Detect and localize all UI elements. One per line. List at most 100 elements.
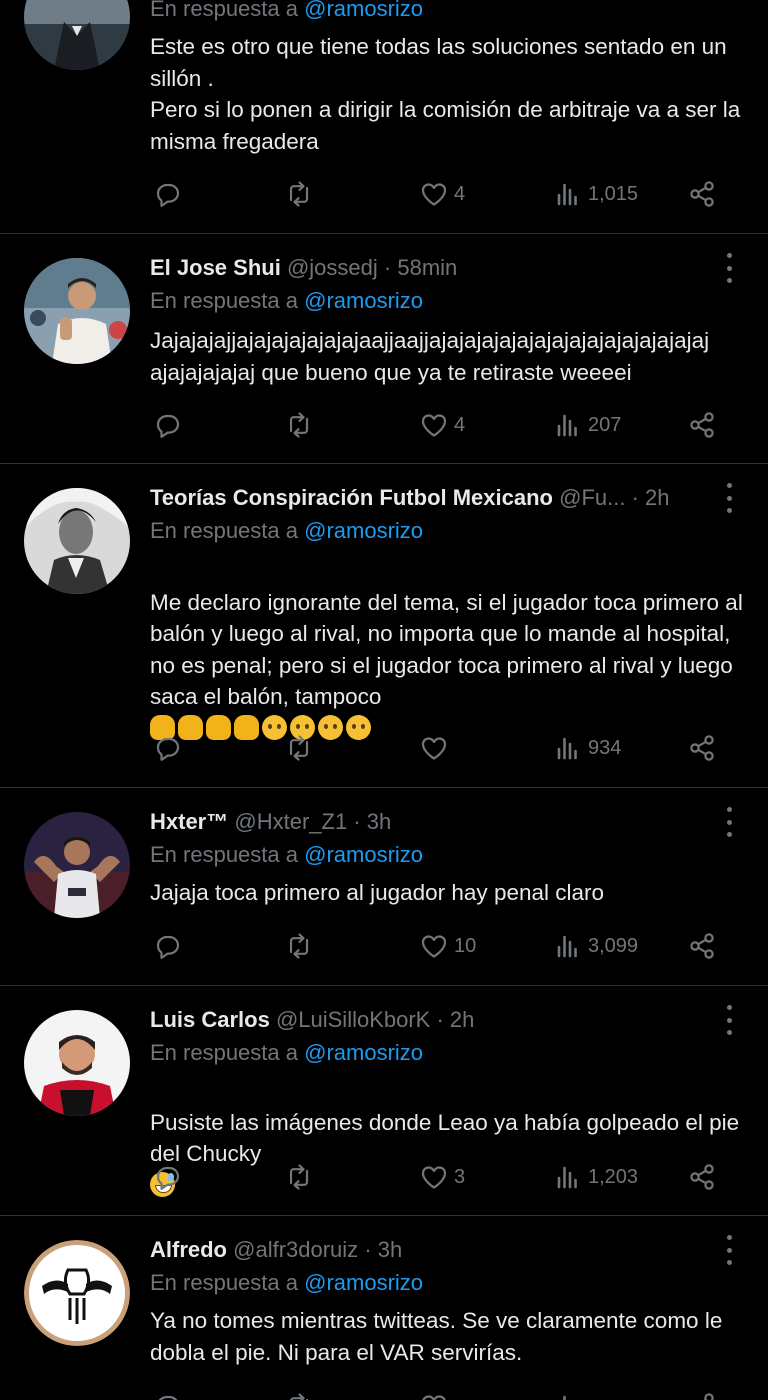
avatar[interactable] <box>24 488 130 594</box>
like-button[interactable]: 4 <box>418 174 465 214</box>
reply-icon <box>156 737 180 761</box>
reply-icon <box>156 414 180 438</box>
more-icon[interactable] <box>720 1235 738 1265</box>
mention-link[interactable]: @ramosrizo <box>304 842 423 867</box>
more-icon[interactable] <box>720 253 738 283</box>
avatar[interactable] <box>24 1010 130 1116</box>
views-button[interactable] <box>552 1386 584 1400</box>
views-button[interactable]: 934 <box>552 728 621 768</box>
avatar[interactable] <box>24 0 130 70</box>
reply-context: En respuesta a @ramosrizo <box>150 288 424 313</box>
tweet-header: Hxter™ @Hxter_Z1 · 3h <box>150 805 708 839</box>
tweet-text-content: Me declaro ignorante del tema, si el jug… <box>150 589 743 710</box>
share-icon <box>690 181 714 207</box>
tweet-actions: 4 207 <box>0 405 768 445</box>
timestamp[interactable]: · 3h <box>364 1237 402 1262</box>
views-button[interactable]: 1,203 <box>552 1157 638 1197</box>
timestamp[interactable]: · 58min <box>384 255 457 280</box>
display-name[interactable]: El Jose Shui <box>150 255 281 280</box>
more-icon[interactable] <box>720 1005 738 1035</box>
tweet-card[interactable]: Hxter™ @Hxter_Z1 · 3h En respuesta a @ra… <box>0 788 768 984</box>
like-button[interactable] <box>418 728 454 768</box>
user-handle[interactable]: @Hxter_Z1 <box>234 809 347 834</box>
retweet-button[interactable] <box>283 405 315 445</box>
like-button[interactable]: 10 <box>418 926 476 966</box>
reply-button[interactable] <box>152 728 184 768</box>
share-button[interactable] <box>686 405 718 445</box>
reply-button[interactable] <box>152 174 184 214</box>
reply-button[interactable] <box>152 926 184 966</box>
views-icon <box>557 1395 577 1400</box>
share-button[interactable] <box>686 926 718 966</box>
display-name[interactable]: Luis Carlos <box>150 1007 270 1032</box>
display-name[interactable]: Hxter™ <box>150 809 228 834</box>
user-handle[interactable]: @jossedj <box>287 255 378 280</box>
retweet-icon <box>289 1164 309 1190</box>
share-icon <box>690 1393 714 1400</box>
like-button[interactable]: 4 <box>418 405 465 445</box>
views-icon <box>557 414 577 437</box>
like-button[interactable]: 3 <box>418 1157 465 1197</box>
tweet-text: Este es otro que tiene todas las solucio… <box>150 34 741 154</box>
heart-icon <box>421 1395 447 1400</box>
tweet-actions: 4 1,015 <box>0 174 768 214</box>
views-button[interactable]: 3,099 <box>552 926 638 966</box>
avatar[interactable] <box>24 812 130 918</box>
retweet-button[interactable] <box>283 1386 315 1400</box>
mention-link[interactable]: @ramosrizo <box>304 0 423 21</box>
tweet-text: Jajajajajjajajajajajajajaajjaajjajajajaj… <box>150 328 710 385</box>
reply-button[interactable] <box>152 1157 184 1197</box>
tweet-card[interactable]: En respuesta a @ramosrizo Este es otro q… <box>0 0 768 232</box>
retweet-icon <box>289 735 309 761</box>
view-count: 1,015 <box>588 182 639 205</box>
timestamp[interactable]: · 2h <box>632 485 670 510</box>
avatar[interactable] <box>24 258 130 364</box>
retweet-icon <box>289 1393 309 1400</box>
tweet-card[interactable]: Teorías Conspiración Futbol Mexicano @Fu… <box>0 464 768 786</box>
share-button[interactable] <box>686 1386 718 1400</box>
views-button[interactable]: 207 <box>552 405 621 445</box>
tweet-card[interactable]: El Jose Shui @jossedj · 58min En respues… <box>0 234 768 462</box>
reply-context: En respuesta a @ramosrizo <box>150 1270 424 1295</box>
tweet-card[interactable]: Luis Carlos @LuiSilloKborK · 2h En respu… <box>0 986 768 1214</box>
user-handle[interactable]: @LuiSilloKborK <box>276 1007 430 1032</box>
tweet-header: Luis Carlos @LuiSilloKborK · 2h <box>150 1003 708 1037</box>
retweet-button[interactable] <box>283 174 315 214</box>
user-handle[interactable]: @alfr3doruiz <box>233 1237 358 1262</box>
like-button[interactable] <box>418 1386 450 1400</box>
retweet-button[interactable] <box>283 728 315 768</box>
views-button[interactable]: 1,015 <box>552 174 638 214</box>
more-icon[interactable] <box>720 483 738 513</box>
retweet-button[interactable] <box>283 926 315 966</box>
retweet-button[interactable] <box>283 1157 315 1197</box>
tweet-text: Jajaja toca primero al jugador hay penal… <box>150 880 605 905</box>
tweet-card[interactable]: Alfredo @alfr3doruiz · 3h En respuesta a… <box>0 1216 768 1400</box>
mention-link[interactable]: @ramosrizo <box>304 288 423 313</box>
reply-context: En respuesta a @ramosrizo <box>150 0 423 25</box>
reply-icon <box>156 935 180 959</box>
retweet-icon <box>289 181 309 207</box>
display-name[interactable]: Alfredo <box>150 1237 227 1262</box>
display-name[interactable]: Teorías Conspiración Futbol Mexicano <box>150 485 553 510</box>
reply-icon <box>156 1166 180 1190</box>
user-handle[interactable]: @Fu... <box>559 485 625 510</box>
timestamp[interactable]: · 2h <box>436 1007 474 1032</box>
mention-link[interactable]: @ramosrizo <box>304 518 423 543</box>
share-button[interactable] <box>686 1157 718 1197</box>
reply-button[interactable] <box>152 1386 184 1400</box>
reply-button[interactable] <box>152 405 184 445</box>
timestamp[interactable]: · 3h <box>353 809 391 834</box>
view-count: 207 <box>588 413 622 436</box>
reply-context: En respuesta a @ramosrizo <box>150 518 424 543</box>
share-button[interactable] <box>686 174 718 214</box>
avatar[interactable] <box>24 1240 130 1346</box>
share-button[interactable] <box>686 728 718 768</box>
reply-icon <box>156 183 180 207</box>
more-icon[interactable] <box>720 807 738 837</box>
views-icon <box>557 935 577 958</box>
mention-link[interactable]: @ramosrizo <box>304 1270 423 1295</box>
views-icon <box>557 1166 577 1189</box>
tweet-text: Ya no tomes mientras twitteas. Se ve cla… <box>150 1308 723 1365</box>
share-icon <box>690 1164 714 1190</box>
mention-link[interactable]: @ramosrizo <box>304 1040 423 1065</box>
